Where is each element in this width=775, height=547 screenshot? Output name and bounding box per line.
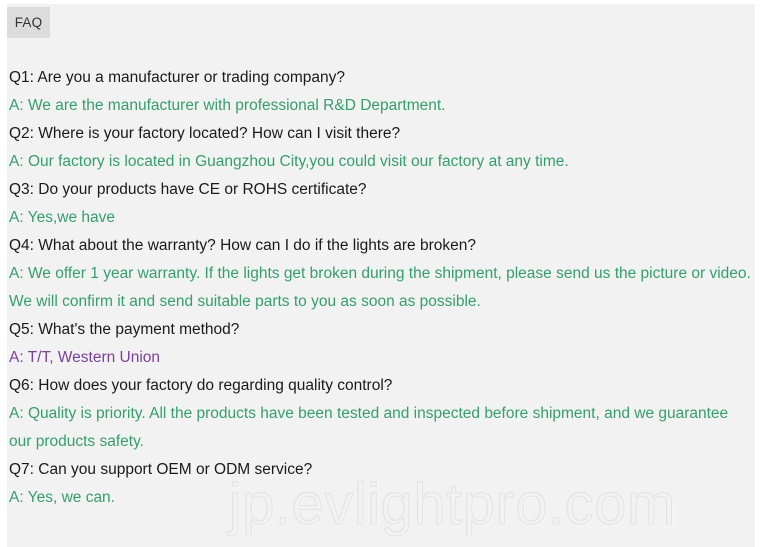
faq-item: Q4: What about the warranty? How can I d…	[9, 232, 755, 316]
faq-question: Q2: Where is your factory located? How c…	[9, 125, 401, 142]
faq-answer: A: Our factory is located in Guangzhou C…	[9, 153, 569, 170]
faq-item: Q1: Are you a manufacturer or trading co…	[9, 64, 755, 120]
faq-item: Q3: Do your products have CE or ROHS cer…	[9, 176, 755, 232]
tab-bar: FAQ	[7, 7, 755, 41]
faq-item: Q7: Can you support OEM or ODM service? …	[9, 456, 755, 512]
faq-page: FAQ Q1: Are you a manufacturer or tradin…	[0, 0, 775, 547]
faq-answer: A: Quality is priority. All the products…	[9, 405, 729, 450]
faq-question: Q7: Can you support OEM or ODM service?	[9, 461, 313, 478]
faq-question: Q3: Do your products have CE or ROHS cer…	[9, 181, 367, 198]
faq-item: Q5: What's the payment method? A: T/T, W…	[9, 316, 755, 372]
tab-faq[interactable]: FAQ	[7, 7, 50, 38]
faq-answer: A: Yes, we can.	[9, 489, 115, 506]
faq-question: Q4: What about the warranty? How can I d…	[9, 237, 476, 254]
faq-answer: A: We are the manufacturer with professi…	[9, 97, 446, 114]
faq-item: Q6: How does your factory do regarding q…	[9, 372, 755, 456]
faq-answer: A: Yes,we have	[9, 209, 115, 226]
faq-question: Q6: How does your factory do regarding q…	[9, 377, 393, 394]
faq-question: Q5: What's the payment method?	[9, 321, 240, 338]
faq-item: Q2: Where is your factory located? How c…	[9, 120, 755, 176]
faq-answer: A: T/T, Western Union	[9, 349, 161, 366]
faq-question: Q1: Are you a manufacturer or trading co…	[9, 69, 346, 86]
faq-list: Q1: Are you a manufacturer or trading co…	[9, 64, 755, 512]
tab-faq-label: FAQ	[14, 15, 43, 30]
content-panel: FAQ Q1: Are you a manufacturer or tradin…	[7, 4, 755, 547]
faq-answer: A: We offer 1 year warranty. If the ligh…	[9, 265, 751, 310]
